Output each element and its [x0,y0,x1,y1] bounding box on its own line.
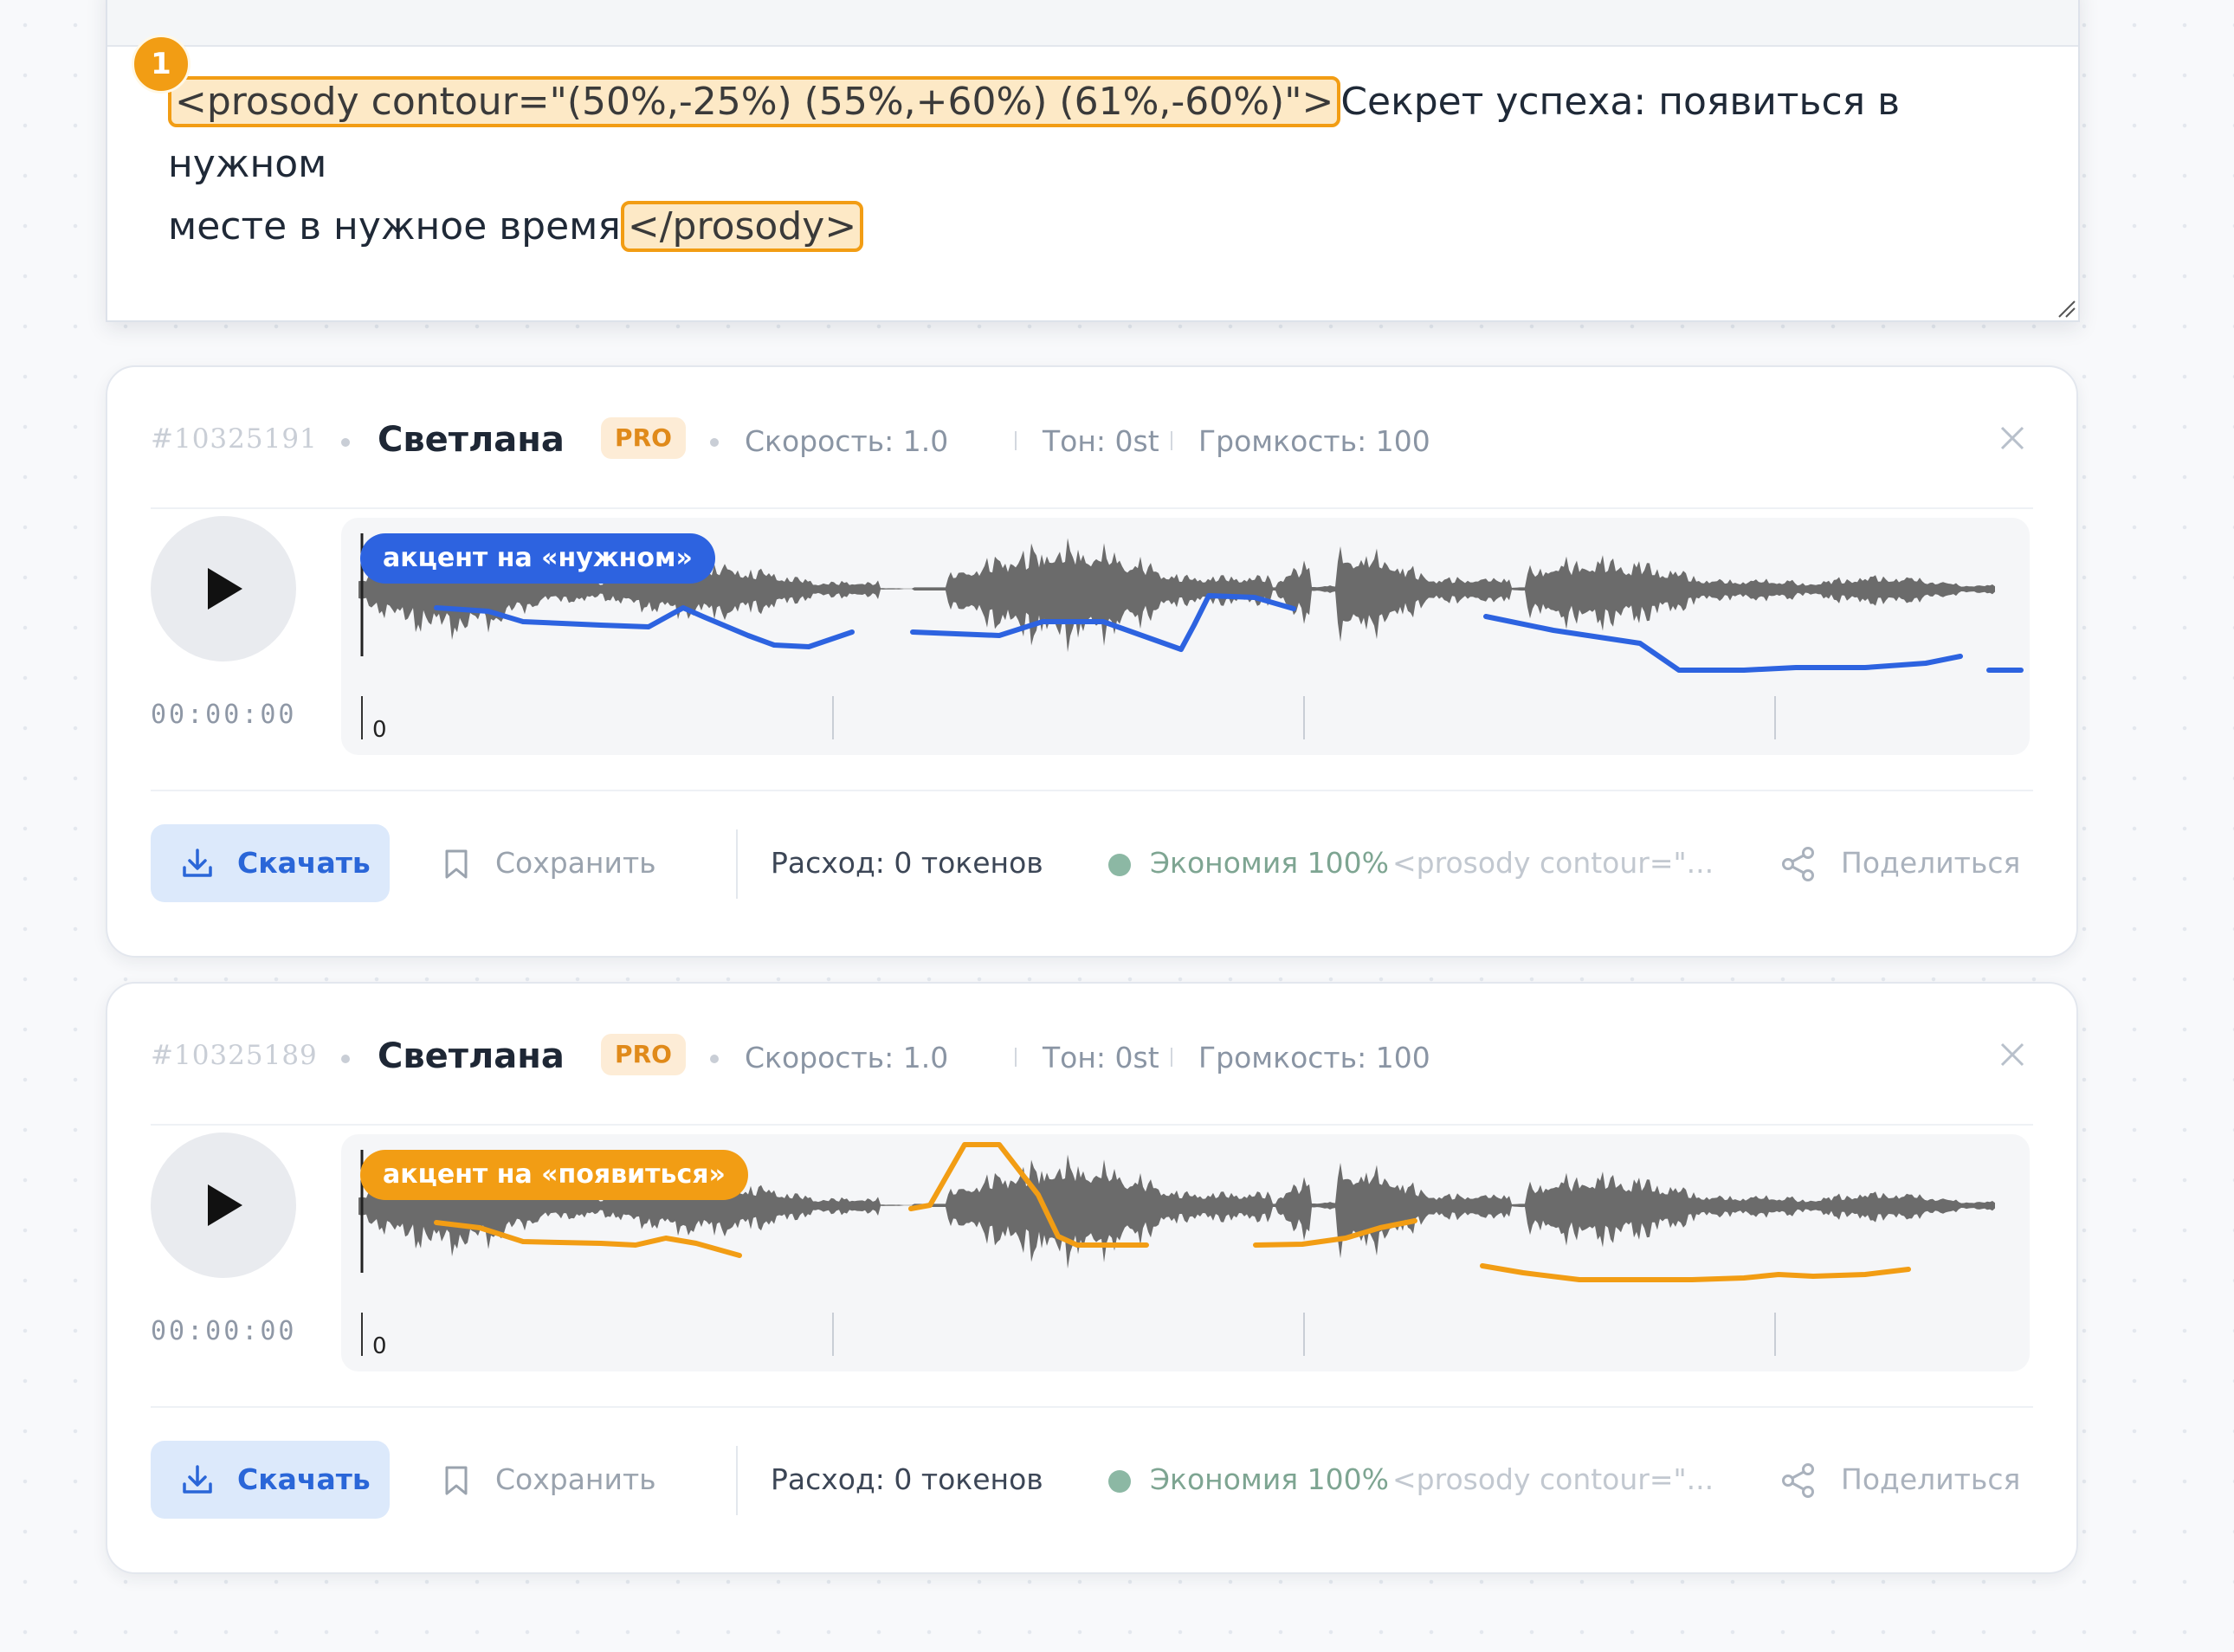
axis-zero-label: 0 [372,1333,387,1359]
waveform-panel[interactable]: акцент на «нужном» 0 [341,518,2030,755]
tone-value: Тон: 0st [1043,424,1159,458]
audio-card-2: #10325189 Светлана PRO Скорость: 1.0 Тон… [106,982,2078,1574]
pitch-curve-segment [1480,1263,1911,1282]
meta-divider [1171,1048,1172,1067]
annotation-marker: 1 [132,35,190,94]
card-header: #10325191 Светлана PRO Скорость: 1.0 Тон… [151,417,2033,509]
ssml-snippet[interactable]: <prosody contour="... [1392,824,1714,902]
close-icon[interactable] [1995,421,2030,455]
save-label: Сохранить [495,846,656,880]
record-id: #10325189 [151,1040,318,1071]
share-button[interactable]: Поделиться [1780,824,2037,902]
pro-badge: PRO [601,1034,686,1075]
footer-divider [736,1446,738,1515]
share-icon [1782,847,1814,881]
meta-divider [1171,431,1172,450]
close-icon[interactable] [1995,1037,2030,1072]
pitch-curve-segment [1483,614,1963,673]
footer-divider [736,829,738,899]
economy-value: Экономия 100% [1150,1462,1389,1496]
editor-text-part2: месте в нужное время [168,204,621,248]
save-button[interactable]: Сохранить [443,824,668,902]
speed-value: Скорость: 1.0 [745,1041,949,1074]
audio-card-1: #10325191 Светлана PRO Скорость: 1.0 Тон… [106,365,2078,958]
share-label: Поделиться [1841,1462,2021,1496]
card-footer: Скачать Сохранить Расход: 0 токенов Экон… [151,1406,2033,1538]
save-button[interactable]: Сохранить [443,1441,668,1519]
economy-status-dot [1108,1470,1131,1493]
accent-label: акцент на «появиться» [360,1150,748,1200]
speed-value: Скорость: 1.0 [745,424,949,458]
token-cost: Расход: 0 токенов [771,1462,1043,1496]
separator-dot [710,1055,719,1063]
play-button[interactable] [151,516,296,661]
share-label: Поделиться [1841,846,2021,880]
separator-dot [341,1055,350,1063]
play-button[interactable] [151,1133,296,1278]
prosody-close-tag[interactable]: </prosody> [620,201,864,252]
accent-label: акцент на «нужном» [360,533,715,584]
separator-dot [710,438,719,447]
token-cost: Расход: 0 токенов [771,846,1043,880]
pitch-curve-segment [434,605,855,649]
playback-time: 00:00:00 [151,700,297,730]
save-label: Сохранить [495,1462,656,1496]
economy-status-dot [1108,854,1131,876]
resize-grip-icon[interactable] [2056,298,2076,319]
tone-value: Тон: 0st [1043,1041,1159,1074]
waveform-panel[interactable]: акцент на «появиться» 0 [341,1134,2030,1371]
bookmark-icon [445,1466,468,1495]
meta-divider [1015,431,1017,450]
download-button[interactable]: Скачать [151,824,390,902]
separator-dot [341,438,350,447]
ssml-snippet[interactable]: <prosody contour="... [1392,1441,1714,1519]
card-footer: Скачать Сохранить Расход: 0 токенов Экон… [151,790,2033,921]
share-icon [1782,1463,1814,1498]
download-button[interactable]: Скачать [151,1441,390,1519]
play-icon [208,568,242,610]
download-label: Скачать [237,1462,371,1496]
axis-zero-label: 0 [372,717,387,743]
download-icon [183,1465,212,1494]
voice-name: Светлана [378,420,565,460]
record-id: #10325191 [151,423,318,455]
download-icon [183,849,212,877]
economy-value: Экономия 100% [1150,846,1389,880]
volume-value: Громкость: 100 [1198,424,1430,458]
download-label: Скачать [237,846,371,880]
share-button[interactable]: Поделиться [1780,1441,2037,1519]
pitch-curve-segment [1253,1218,1417,1248]
voice-name: Светлана [378,1036,565,1076]
ssml-editor[interactable]: <prosody contour="(50%,-25%) (55%,+60%) … [106,0,2080,322]
pro-badge: PRO [601,417,686,459]
meta-divider [1015,1048,1017,1067]
editor-text[interactable]: <prosody contour="(50%,-25%) (55%,+60%) … [168,71,2038,258]
bookmark-icon [445,849,468,879]
play-icon [208,1184,242,1226]
card-header: #10325189 Светлана PRO Скорость: 1.0 Тон… [151,1034,2033,1126]
editor-toolbar [107,0,2078,47]
volume-value: Громкость: 100 [1198,1041,1430,1074]
prosody-open-tag[interactable]: <prosody contour="(50%,-25%) (55%,+60%) … [168,76,1341,127]
playback-time: 00:00:00 [151,1316,297,1346]
